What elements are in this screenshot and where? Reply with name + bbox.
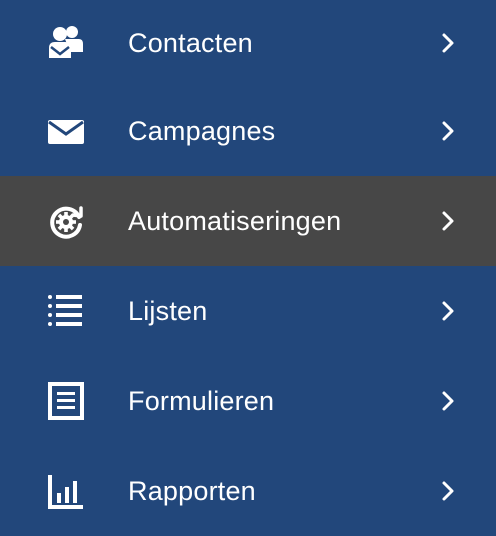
chevron-right-icon (438, 31, 458, 55)
envelope-icon (46, 111, 86, 151)
menu-item-label: Rapporten (128, 475, 256, 506)
chevron-right-icon (438, 119, 458, 143)
chevron-right-icon (438, 389, 458, 413)
list-icon (46, 291, 86, 331)
menu-item-contacten[interactable]: Contacten (0, 0, 496, 86)
bar-chart-icon (46, 471, 86, 511)
menu-item-rapporten[interactable]: Rapporten (0, 446, 496, 536)
chevron-right-icon (438, 479, 458, 503)
menu-item-lijsten[interactable]: Lijsten (0, 266, 496, 356)
menu-item-campagnes[interactable]: Campagnes (0, 86, 496, 176)
menu-item-label: Formulieren (128, 385, 275, 416)
menu-item-label: Automatiseringen (128, 205, 342, 236)
form-icon (46, 381, 86, 421)
menu-item-label: Campagnes (128, 115, 276, 146)
contacts-icon (46, 23, 86, 63)
menu-item-label: Lijsten (128, 295, 208, 326)
sidebar-menu: Contacten Campagnes Automatiseringen Lij… (0, 0, 496, 520)
chevron-right-icon (438, 299, 458, 323)
menu-item-label: Contacten (128, 27, 253, 58)
chevron-right-icon (438, 209, 458, 233)
menu-item-automatiseringen[interactable]: Automatiseringen (0, 176, 496, 266)
automation-gear-icon (46, 201, 86, 241)
menu-item-formulieren[interactable]: Formulieren (0, 356, 496, 446)
